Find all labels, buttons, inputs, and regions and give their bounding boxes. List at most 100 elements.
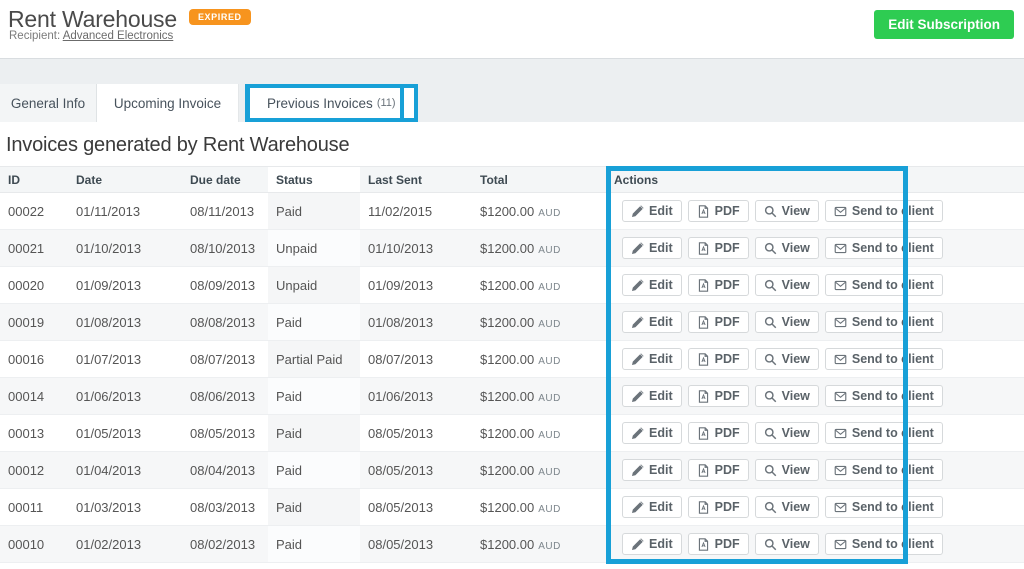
edit-button[interactable]: Edit: [622, 459, 682, 481]
envelope-icon: [834, 538, 847, 551]
edit-button[interactable]: Edit: [622, 533, 682, 555]
cell-invoice-id: 00010: [0, 526, 68, 563]
send-to-client-button[interactable]: Send to client: [825, 348, 943, 370]
section-title: Invoices generated by Rent Warehouse: [6, 134, 1024, 157]
send-to-client-button[interactable]: Send to client: [825, 533, 943, 555]
currency-label: AUD: [538, 282, 561, 293]
view-button-label: View: [782, 463, 810, 477]
cell-due-date: 08/04/2013: [182, 452, 268, 489]
send-to-client-button[interactable]: Send to client: [825, 496, 943, 518]
pdf-button[interactable]: PDF: [688, 311, 749, 333]
table-row: 00010 01/02/2013 08/02/2013 Paid 08/05/2…: [0, 526, 1024, 563]
pdf-button-label: PDF: [715, 426, 740, 440]
pdf-button[interactable]: PDF: [688, 274, 749, 296]
table-row: 00019 01/08/2013 08/08/2013 Paid 01/08/2…: [0, 304, 1024, 341]
send-to-client-button-label: Send to client: [852, 204, 934, 218]
pencil-icon: [631, 242, 644, 255]
view-button[interactable]: View: [755, 348, 819, 370]
column-header-id: ID: [0, 167, 68, 193]
send-to-client-button[interactable]: Send to client: [825, 311, 943, 333]
pdf-file-icon: [697, 353, 710, 366]
magnifier-icon: [764, 501, 777, 514]
pdf-button[interactable]: PDF: [688, 200, 749, 222]
tab-previous-invoices[interactable]: Previous Invoices (11): [249, 88, 414, 118]
cell-invoice-id: 00021: [0, 230, 68, 267]
edit-button-label: Edit: [649, 204, 673, 218]
view-button[interactable]: View: [755, 311, 819, 333]
cell-due-date: 08/11/2013: [182, 193, 268, 230]
cell-total: $1200.00AUD: [472, 452, 606, 489]
pencil-icon: [631, 353, 644, 366]
cell-invoice-id: 00020: [0, 267, 68, 304]
tab-general-info[interactable]: General Info: [0, 84, 97, 122]
currency-label: AUD: [538, 504, 561, 515]
view-button[interactable]: View: [755, 422, 819, 444]
recipient-link[interactable]: Advanced Electronics: [63, 30, 174, 42]
pdf-button[interactable]: PDF: [688, 385, 749, 407]
cell-actions: Edit PDF View: [606, 193, 1024, 230]
magnifier-icon: [764, 316, 777, 329]
cell-due-date: 08/03/2013: [182, 489, 268, 526]
pdf-button[interactable]: PDF: [688, 348, 749, 370]
send-to-client-button[interactable]: Send to client: [825, 200, 943, 222]
cell-date: 01/02/2013: [68, 526, 182, 563]
view-button[interactable]: View: [755, 533, 819, 555]
edit-button[interactable]: Edit: [622, 274, 682, 296]
envelope-icon: [834, 316, 847, 329]
edit-button[interactable]: Edit: [622, 200, 682, 222]
view-button[interactable]: View: [755, 459, 819, 481]
column-header-date: Date: [68, 167, 182, 193]
send-to-client-button-label: Send to client: [852, 463, 934, 477]
send-to-client-button[interactable]: Send to client: [825, 422, 943, 444]
pdf-button-label: PDF: [715, 537, 740, 551]
edit-button[interactable]: Edit: [622, 385, 682, 407]
view-button-label: View: [782, 278, 810, 292]
currency-label: AUD: [538, 356, 561, 367]
edit-button[interactable]: Edit: [622, 237, 682, 259]
pdf-button[interactable]: PDF: [688, 496, 749, 518]
send-to-client-button-label: Send to client: [852, 389, 934, 403]
view-button[interactable]: View: [755, 385, 819, 407]
view-button[interactable]: View: [755, 200, 819, 222]
total-amount: $1200.00: [480, 463, 534, 478]
total-amount: $1200.00: [480, 426, 534, 441]
cell-status: Paid: [268, 193, 360, 230]
magnifier-icon: [764, 242, 777, 255]
column-header-status: Status: [268, 167, 360, 193]
edit-subscription-button[interactable]: Edit Subscription: [874, 10, 1014, 39]
total-amount: $1200.00: [480, 241, 534, 256]
table-row: 00016 01/07/2013 08/07/2013 Partial Paid…: [0, 341, 1024, 378]
cell-total: $1200.00AUD: [472, 415, 606, 452]
cell-total: $1200.00AUD: [472, 267, 606, 304]
pdf-button[interactable]: PDF: [688, 459, 749, 481]
edit-button[interactable]: Edit: [622, 422, 682, 444]
cell-date: 01/10/2013: [68, 230, 182, 267]
cell-status: Paid: [268, 526, 360, 563]
cell-invoice-id: 00019: [0, 304, 68, 341]
pdf-file-icon: [697, 464, 710, 477]
content-area: Invoices generated by Rent Warehouse ID …: [0, 122, 1024, 563]
view-button[interactable]: View: [755, 496, 819, 518]
cell-actions: Edit PDF View: [606, 378, 1024, 415]
pdf-button[interactable]: PDF: [688, 237, 749, 259]
view-button-label: View: [782, 389, 810, 403]
tab-upcoming-invoice[interactable]: Upcoming Invoice: [97, 84, 239, 122]
view-button[interactable]: View: [755, 237, 819, 259]
send-to-client-button[interactable]: Send to client: [825, 237, 943, 259]
column-header-total: Total: [472, 167, 606, 193]
edit-button[interactable]: Edit: [622, 496, 682, 518]
send-to-client-button[interactable]: Send to client: [825, 385, 943, 407]
send-to-client-button[interactable]: Send to client: [825, 274, 943, 296]
view-button-label: View: [782, 204, 810, 218]
cell-total: $1200.00AUD: [472, 378, 606, 415]
view-button[interactable]: View: [755, 274, 819, 296]
cell-invoice-id: 00011: [0, 489, 68, 526]
pdf-button[interactable]: PDF: [688, 422, 749, 444]
pdf-button[interactable]: PDF: [688, 533, 749, 555]
cell-total: $1200.00AUD: [472, 341, 606, 378]
send-to-client-button[interactable]: Send to client: [825, 459, 943, 481]
magnifier-icon: [764, 353, 777, 366]
edit-button[interactable]: Edit: [622, 348, 682, 370]
edit-button[interactable]: Edit: [622, 311, 682, 333]
cell-due-date: 08/06/2013: [182, 378, 268, 415]
